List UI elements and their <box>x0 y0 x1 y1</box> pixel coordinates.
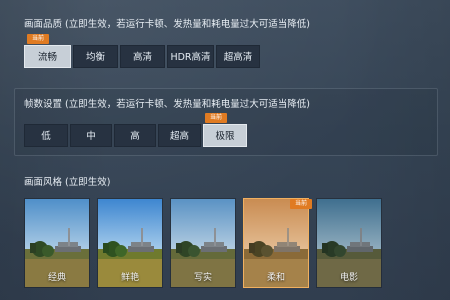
style-thumb-label: 写实 <box>193 273 212 283</box>
style-title: 画面风格 (立即生效) <box>24 177 111 188</box>
style-thumb-soft[interactable]: 柔和 <box>243 198 309 288</box>
quality-option-ultra-hd[interactable]: 超高清 <box>216 45 260 68</box>
style-thumb-label: 电影 <box>339 273 358 283</box>
style-current-tag: 当前 <box>290 199 312 209</box>
framerate-option-medium[interactable]: 中 <box>70 124 112 147</box>
framerate-option-extreme[interactable]: 极限 <box>203 124 247 147</box>
framerate-current-tag: 当前 <box>205 113 227 123</box>
framerate-option-super-high[interactable]: 超高 <box>158 124 201 147</box>
style-thumb-label: 鲜艳 <box>120 273 139 283</box>
style-thumb-label: 柔和 <box>266 273 285 283</box>
style-thumb-classic[interactable]: 经典 <box>24 198 90 288</box>
style-thumb-cinema[interactable]: 电影 <box>316 198 382 288</box>
quality-option-balanced[interactable]: 均衡 <box>73 45 118 68</box>
quality-title: 画面品质 (立即生效，若运行卡顿、发热量和耗电量过大可适当降低) <box>24 19 310 30</box>
style-thumb-vivid[interactable]: 鲜艳 <box>97 198 163 288</box>
quality-option-hdr[interactable]: HDR高清 <box>167 45 214 68</box>
quality-current-tag: 当前 <box>27 34 49 44</box>
quality-option-hd[interactable]: 高清 <box>120 45 165 68</box>
style-thumb-label: 经典 <box>47 273 66 283</box>
framerate-option-high[interactable]: 高 <box>114 124 156 147</box>
style-thumb-realistic[interactable]: 写实 <box>170 198 236 288</box>
framerate-title: 帧数设置 (立即生效，若运行卡顿、发热量和耗电量过大可适当降低) <box>24 99 310 110</box>
quality-option-smooth[interactable]: 流畅 <box>24 45 71 68</box>
framerate-option-low[interactable]: 低 <box>24 124 68 147</box>
